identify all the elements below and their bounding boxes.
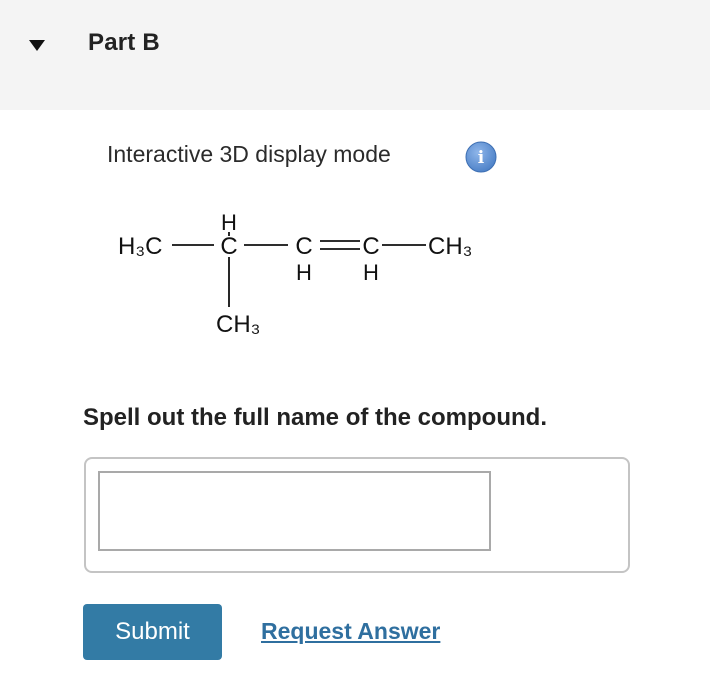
carbon-3-label: C — [295, 233, 312, 260]
request-answer-link[interactable]: Request Answer — [261, 618, 440, 645]
carbon-2-label: C — [220, 233, 237, 260]
submit-button[interactable]: Submit — [83, 604, 222, 660]
hydrogen-top-label: H — [221, 210, 237, 235]
branch-methyl-label: CH₃ — [216, 311, 260, 338]
hydrogen-bottom-left-label: H — [296, 260, 312, 285]
part-title: Part B — [88, 29, 160, 56]
left-methyl-label: H₃C — [118, 233, 162, 260]
question-prompt: Spell out the full name of the compound. — [83, 404, 547, 431]
part-header: Part B — [0, 0, 710, 110]
info-glyph: i — [478, 148, 485, 168]
chemical-structure: H₃C C C C H H H CH₃ CH₃ — [118, 210, 472, 338]
triangle-down-icon[interactable] — [22, 32, 52, 58]
right-methyl-label: CH₃ — [428, 233, 472, 260]
hydrogen-bottom-right-label: H — [363, 260, 379, 285]
carbon-4-label: C — [362, 233, 379, 260]
answer-input[interactable] — [98, 471, 491, 551]
display-mode-label: Interactive 3D display mode — [107, 141, 391, 167]
info-icon[interactable]: i — [465, 141, 497, 173]
